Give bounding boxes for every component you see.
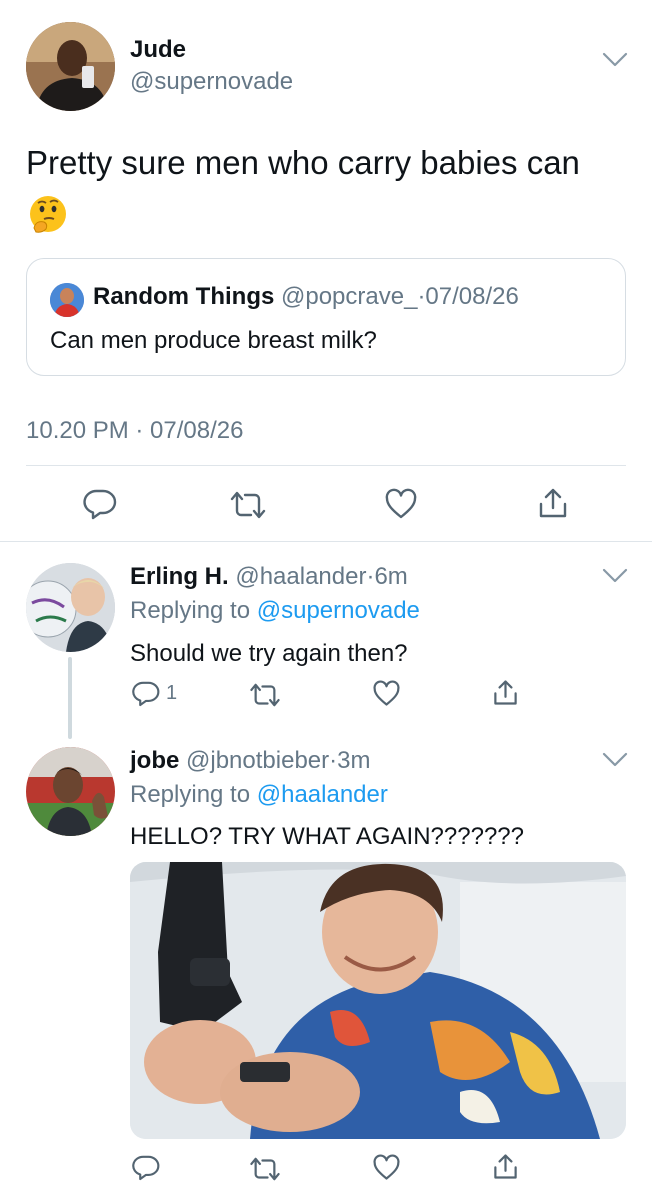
quoted-tweet[interactable]: Random Things @popcrave_·07/08/26 Can me…	[26, 258, 626, 376]
replying-to-link[interactable]: @haalander	[257, 781, 388, 808]
share-icon	[492, 678, 519, 707]
quoted-header: Random Things @popcrave_·07/08/26	[93, 283, 519, 311]
replying-to: Replying to @haalander	[130, 781, 388, 809]
replying-to-label: Replying to	[130, 781, 257, 808]
reply-icon	[132, 680, 160, 707]
author-handle[interactable]: @supernovade	[130, 68, 293, 96]
tweet-timestamp[interactable]: 10.20 PM · 07/08/26	[26, 417, 243, 445]
quoted-text: Can men produce breast milk?	[50, 327, 377, 354]
retweet-button[interactable]	[248, 682, 282, 708]
replying-to: Replying to @supernovade	[130, 597, 420, 625]
quoted-name: Random Things	[93, 283, 275, 310]
quoted-meta: @popcrave_·07/08/26	[281, 283, 519, 310]
share-icon	[492, 1152, 519, 1181]
reply-avatar[interactable]	[26, 563, 115, 652]
divider	[26, 465, 626, 466]
author-avatar[interactable]	[26, 22, 115, 111]
reply-icon	[83, 488, 117, 520]
thinking-face-icon	[28, 194, 68, 234]
retweet-button[interactable]	[248, 1156, 282, 1182]
retweet-icon	[228, 490, 268, 520]
reply-count: 1	[166, 682, 178, 704]
reply-button[interactable]	[132, 1154, 160, 1181]
heart-icon	[372, 1154, 401, 1181]
share-button[interactable]	[492, 678, 519, 707]
heart-icon	[384, 488, 418, 520]
reply-media-image[interactable]	[130, 862, 626, 1139]
reply-header: Erling H. @haalander·6m	[130, 563, 408, 591]
replying-to-label: Replying to	[130, 597, 257, 624]
author-name[interactable]: Jude	[130, 36, 186, 64]
retweet-button[interactable]	[228, 490, 268, 520]
divider	[0, 541, 652, 542]
like-button[interactable]	[384, 488, 418, 520]
reply-button[interactable]	[83, 488, 117, 520]
reply-meta[interactable]: @haalander·6m	[235, 563, 407, 590]
reply-button[interactable]: 1	[132, 680, 177, 707]
heart-icon	[372, 680, 401, 707]
share-button[interactable]	[492, 1152, 519, 1181]
chevron-down-icon[interactable]	[602, 568, 628, 584]
chevron-down-icon[interactable]	[602, 752, 628, 768]
like-button[interactable]	[372, 1154, 401, 1181]
chevron-down-icon[interactable]	[602, 52, 628, 68]
thread-line	[68, 657, 72, 739]
quoted-avatar	[50, 283, 84, 317]
reply-text: HELLO? TRY WHAT AGAIN???????	[130, 823, 524, 850]
reply-icon	[132, 1154, 160, 1181]
share-button[interactable]	[537, 486, 569, 520]
reply-header: jobe @jbnotbieber·3m	[130, 747, 370, 775]
reply-author-name[interactable]: Erling H.	[130, 563, 229, 590]
tweet-text: Pretty sure men who carry babies can	[26, 144, 580, 181]
reply-avatar[interactable]	[26, 747, 115, 836]
retweet-icon	[248, 682, 282, 708]
replying-to-link[interactable]: @supernovade	[257, 597, 420, 624]
reply-author-name[interactable]: jobe	[130, 747, 179, 774]
reply-meta[interactable]: @jbnotbieber·3m	[186, 747, 370, 774]
share-icon	[537, 486, 569, 520]
like-button[interactable]	[372, 680, 401, 707]
reply-text: Should we try again then?	[130, 640, 408, 667]
retweet-icon	[248, 1156, 282, 1182]
